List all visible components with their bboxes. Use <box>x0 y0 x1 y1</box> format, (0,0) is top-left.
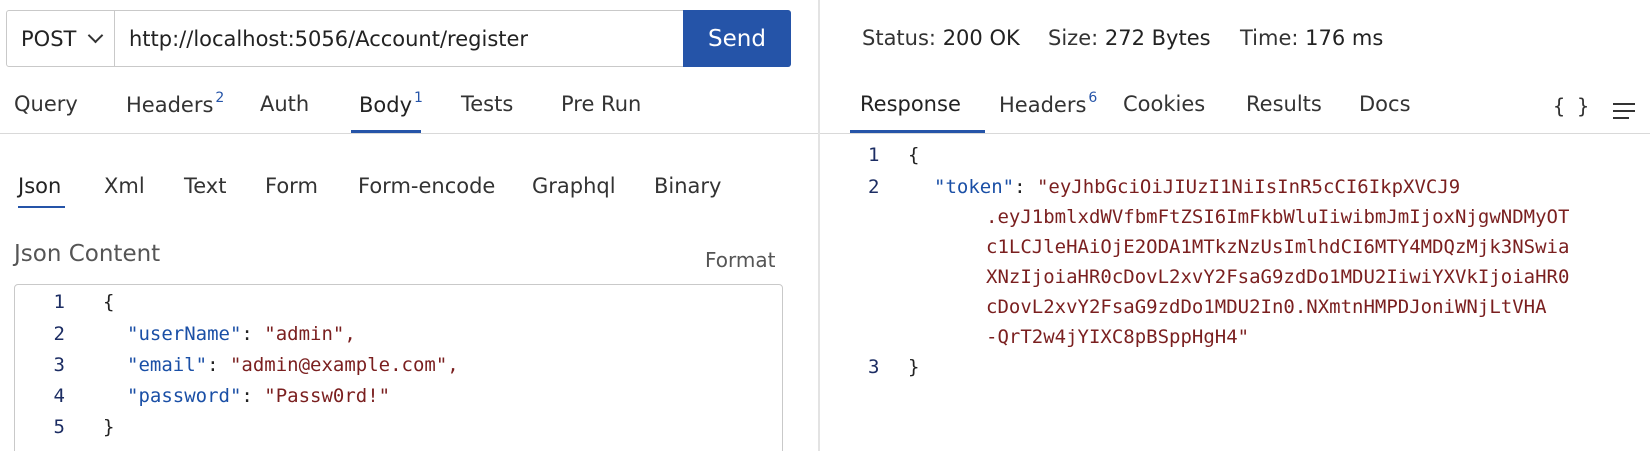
tab-label: Auth <box>260 92 310 116</box>
tab-response[interactable]: Response <box>860 92 961 116</box>
request-pane: POST http://localhost:5056/Account/regis… <box>0 0 818 451</box>
tab-label: Headers <box>126 93 214 117</box>
tab-cookies[interactable]: Cookies <box>1123 92 1205 116</box>
menu-icon[interactable] <box>1613 103 1637 124</box>
tab-auth[interactable]: Auth <box>260 92 309 116</box>
tab-label: Pre Run <box>561 92 642 116</box>
line-number: 1 <box>53 291 65 313</box>
body-tab-form[interactable]: Form <box>265 174 318 198</box>
tab-badge: 2 <box>215 90 225 106</box>
body-tab-form-encode[interactable]: Form-encode <box>358 174 495 198</box>
active-body-tab-indicator <box>18 206 65 208</box>
size-value: 272 Bytes <box>1104 26 1211 50</box>
body-tab-json[interactable]: Json <box>18 174 61 198</box>
line-number: 4 <box>53 385 65 407</box>
json-value-continued: XNzIjoiaHR0cDovL2xvY2FsaG9zdDo1MDU2IiwiY… <box>986 266 1570 288</box>
tab-tests[interactable]: Tests <box>461 92 513 116</box>
line-number: 3 <box>868 356 880 378</box>
time-value: 176 ms <box>1305 26 1384 50</box>
tab-body[interactable]: Body 1 <box>359 90 423 117</box>
line-number: 2 <box>53 323 65 345</box>
size-label: Size: <box>1048 26 1099 50</box>
json-value-continued: c1LCJleHAiOjE2ODA1MTkzNzUsImlhdCI6MTY4MD… <box>986 236 1570 258</box>
body-tab-xml[interactable]: Xml <box>104 174 145 198</box>
tab-headers[interactable]: Headers 2 <box>126 90 225 117</box>
json-value-continued: cDovL2xvY2FsaG9zdDo1MDU2In0.NXmtnHMPDJon… <box>986 296 1547 318</box>
tabs-divider <box>820 133 1650 134</box>
tab-label: Query <box>14 92 78 116</box>
code-line: { <box>908 144 920 166</box>
json-content-label: Json Content <box>14 241 161 267</box>
url-value: http://localhost:5056/Account/register <box>129 26 529 51</box>
tab-query[interactable]: Query <box>14 92 78 116</box>
json-value: "admin@example.com", <box>229 354 459 376</box>
code-line: "password": "Passw0rd!" <box>127 385 391 407</box>
code-line: { <box>103 291 115 313</box>
line-number: 3 <box>53 354 65 376</box>
json-key: "email" <box>127 354 208 376</box>
json-key: "token" <box>934 176 1015 198</box>
status-label: Status: <box>862 26 936 50</box>
code-line: "userName": "admin", <box>127 323 356 345</box>
send-button[interactable]: Send <box>683 10 791 67</box>
tab-pre-run[interactable]: Pre Run <box>561 92 641 116</box>
json-key: "password" <box>127 385 242 407</box>
response-pane: Status: 200 OK Size: 272 Bytes Time: 176… <box>820 0 1650 451</box>
url-input[interactable]: http://localhost:5056/Account/register <box>115 11 683 66</box>
json-editor[interactable]: 1 { 2 "userName": "admin", 3 "email": "a… <box>14 284 783 451</box>
size-info: Size: 272 Bytes <box>1048 26 1211 50</box>
tab-label: Body <box>359 93 413 117</box>
time-info: Time: 176 ms <box>1240 26 1383 50</box>
body-tab-text[interactable]: Text <box>184 174 226 198</box>
code-line: "email": "admin@example.com", <box>127 354 459 376</box>
line-number: 2 <box>868 176 880 198</box>
json-value: "eyJhbGciOiJIUzI1NiIsInR5cCI6IkpXVCJ9 <box>1036 176 1461 198</box>
tab-results[interactable]: Results <box>1246 92 1322 116</box>
status-info: Status: 200 OK <box>862 26 1020 50</box>
tab-label: Headers <box>999 93 1087 117</box>
tab-docs[interactable]: Docs <box>1359 92 1411 116</box>
tab-label: Tests <box>461 92 514 116</box>
json-key: "userName" <box>127 323 242 345</box>
method-select[interactable]: POST <box>7 11 115 66</box>
time-label: Time: <box>1240 26 1299 50</box>
status-value: 200 OK <box>942 26 1020 50</box>
line-number: 1 <box>868 144 880 166</box>
tab-badge: 6 <box>1088 90 1098 106</box>
json-value-continued: -QrT2w4jYIXC8pBSppHgH4" <box>986 326 1250 348</box>
chevron-down-icon <box>88 27 104 44</box>
braces-icon[interactable]: { } <box>1553 94 1589 118</box>
json-value: "Passw0rd!" <box>264 385 391 407</box>
code-line: } <box>908 356 920 378</box>
method-label: POST <box>21 26 77 51</box>
code-line: } <box>103 416 115 438</box>
request-bar: POST http://localhost:5056/Account/regis… <box>6 10 791 67</box>
body-tab-graphql[interactable]: Graphql <box>532 174 616 198</box>
tabs-divider <box>0 133 818 134</box>
line-number: 5 <box>53 416 65 438</box>
tab-badge: 1 <box>414 90 423 106</box>
json-value-continued: .eyJ1bmlxdWVfbmFtZSI6ImFkbWluIiwibmJmIjo… <box>986 206 1570 228</box>
body-tab-binary[interactable]: Binary <box>654 174 721 198</box>
format-button[interactable]: Format <box>705 248 775 272</box>
json-value: "admin", <box>264 323 356 345</box>
code-line: "token": "eyJhbGciOiJIUzI1NiIsInR5cCI6Ik… <box>934 176 1461 198</box>
tab-response-headers[interactable]: Headers 6 <box>999 90 1098 117</box>
